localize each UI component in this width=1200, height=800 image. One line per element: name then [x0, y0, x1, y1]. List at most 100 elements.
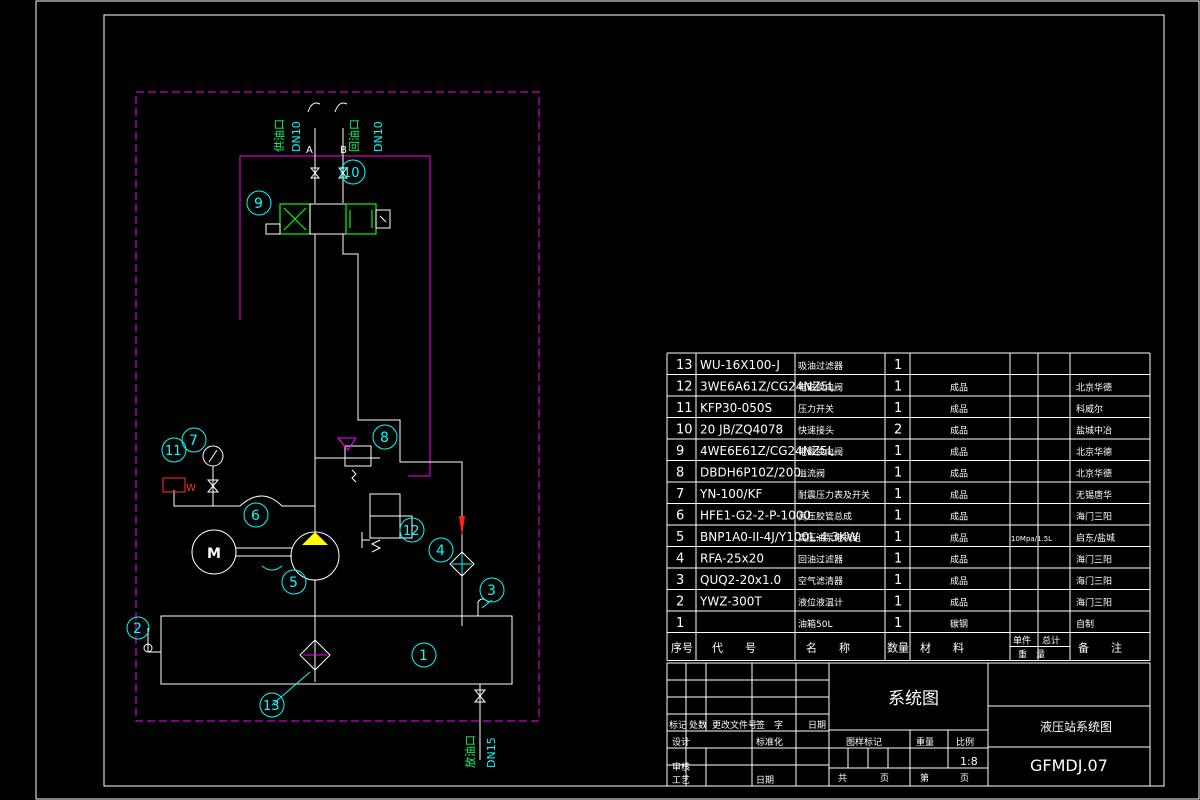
bom-row-code: DBDH6P10Z/200 [700, 466, 801, 480]
svg-text:比例: 比例 [956, 736, 974, 748]
bom-row-code: QUQ2-20x1.0 [700, 573, 781, 587]
hydraulic-drawing: 供油口 DN10 A 回油口 DN10 B W M 放油口 DN15 1 2 3… [35, 0, 1200, 800]
svg-text:标记: 标记 [669, 719, 687, 731]
project-name: 液压站系统图 [1040, 719, 1112, 734]
bom-row-remark: 海门三阳 [1076, 511, 1112, 523]
bom-row-remark: 北京华德 [1076, 382, 1112, 394]
bom-head-no: 序号 [671, 641, 693, 655]
bom-row-remark: 启东/盐城 [1076, 532, 1115, 544]
bom-row-qty: 1 [894, 616, 902, 631]
svg-text:7: 7 [189, 433, 198, 449]
svg-text:10: 10 [343, 166, 360, 181]
svg-text:签 字: 签 字 [756, 719, 783, 731]
bom-row-material: 成品 [950, 575, 968, 587]
bom-row-name: 高压油泵电机组 [798, 532, 861, 544]
bom-row-name: 吸油过滤器 [798, 360, 843, 372]
bom-row-remark: 北京华德 [1076, 468, 1112, 480]
bom-row-no: 13 [676, 358, 693, 373]
bom-row-material: 成品 [950, 403, 968, 415]
bom-row-code: RFA-25x20 [700, 552, 764, 566]
balloon-4: 4 [428, 537, 454, 563]
relief-valve [336, 437, 372, 483]
inner-frame [103, 14, 1165, 787]
bom-head-qty: 数量 [887, 642, 909, 655]
bom-row-remark: 盐城中冶 [1076, 425, 1112, 437]
bom-row-no: 11 [676, 401, 693, 416]
bom-row-name: 溢流阀 [798, 468, 825, 480]
svg-text:2: 2 [133, 621, 142, 637]
bom-head-weight: 重 量 [1018, 649, 1045, 661]
bom-row-qty: 1 [894, 530, 902, 545]
bom-table: 13 WU-16X100-J 吸油过滤器 112 3WE6A61Z/CG24NZ5L电磁… [666, 352, 1151, 661]
svg-text:3: 3 [487, 583, 496, 599]
drawing-title: 系统图 [888, 689, 939, 709]
bom-row-qty: 1 [894, 595, 902, 610]
bom-row-no: 7 [676, 487, 684, 502]
bom-row-qty: 1 [894, 444, 902, 459]
svg-text:1: 1 [419, 648, 428, 664]
svg-text:9: 9 [254, 196, 263, 212]
bom-row-remark: 科威尔 [1076, 403, 1103, 415]
bom-row-qty: 1 [894, 401, 902, 416]
balloon-3: 3 [479, 577, 505, 603]
bom-row-no: 1 [676, 616, 684, 631]
svg-text:供油口: 供油口 [272, 119, 286, 152]
balloon-2: 2 [126, 616, 150, 640]
svg-text:5: 5 [289, 575, 298, 591]
bom-row-code: KFP30-050S [700, 401, 772, 415]
oil-tank [160, 615, 513, 685]
svg-text:共: 共 [838, 773, 847, 784]
svg-text:放油口: 放油口 [463, 735, 477, 768]
bom-row-qty: 1 [894, 552, 902, 567]
title-block: 标记 处数 更改文件号 签 字 日期 设计 标准化 审核 工艺 日期 图样标记 … [666, 662, 1151, 787]
svg-text:11: 11 [165, 444, 182, 459]
bom-head-remark: 备 注 [1078, 641, 1122, 655]
bom-row-name: 快速接头 [798, 425, 834, 437]
bom-row-code: WU-16X100-J [700, 358, 780, 372]
balloon-9: 9 [246, 190, 272, 216]
station-boundary [135, 91, 540, 722]
bom-row-material: 碳钢 [950, 618, 968, 630]
svg-text:8: 8 [380, 430, 389, 446]
bom-row-material: 成品 [950, 425, 968, 437]
bom-row-no: 9 [676, 444, 684, 459]
svg-text:6: 6 [251, 508, 260, 524]
port-b-labels: 回油口 DN10 B [340, 119, 385, 156]
bom-head-code: 代 号 [712, 642, 756, 655]
svg-text:重量: 重量 [916, 736, 934, 748]
balloon-10: 10 [340, 159, 366, 185]
bom-head-material: 材 料 [920, 641, 964, 655]
bom-row-remark: 北京华德 [1076, 446, 1112, 458]
svg-text:1:8: 1:8 [960, 755, 978, 768]
bom-row-no: 6 [676, 509, 684, 524]
bom-head-unit-weight: 单件 [1013, 635, 1031, 647]
svg-text:M: M [207, 546, 221, 562]
svg-text:回油口: 回油口 [347, 119, 361, 152]
bom-row-remark: 海门三阳 [1076, 554, 1112, 566]
svg-text:设计: 设计 [672, 736, 690, 748]
bom-row-name: 回油过滤器 [798, 554, 843, 566]
bom-row-code: YN-100/KF [699, 487, 762, 501]
bom-row-no: 10 [676, 423, 693, 438]
svg-text:12: 12 [403, 524, 420, 539]
balloon-11: 11 [161, 437, 187, 463]
svg-text:DN10: DN10 [290, 121, 303, 152]
bom-row-qty: 1 [894, 573, 902, 588]
bom-row-remark: 海门三阳 [1076, 597, 1112, 609]
svg-text:处数: 处数 [689, 719, 707, 731]
bom-row-material: 成品 [950, 446, 968, 458]
port-a-labels: 供油口 DN10 A [272, 119, 313, 156]
bom-row-qty: 1 [894, 487, 902, 502]
svg-text:工艺: 工艺 [672, 775, 690, 786]
balloon-13: 13 [259, 692, 285, 718]
bom-row-material: 成品 [950, 532, 968, 544]
bom-row-qty: 1 [894, 466, 902, 481]
balloon-1: 1 [411, 642, 437, 668]
balloon-8: 8 [372, 424, 398, 450]
bom-row-no: 2 [676, 595, 684, 610]
bom-row-name: 电磁换向阀 [798, 446, 843, 458]
bom-row-material: 成品 [950, 489, 968, 501]
svg-text:标准化: 标准化 [756, 736, 783, 748]
bom-row-name: 耐震压力表及开关 [798, 489, 870, 501]
svg-text:DN10: DN10 [372, 121, 385, 152]
